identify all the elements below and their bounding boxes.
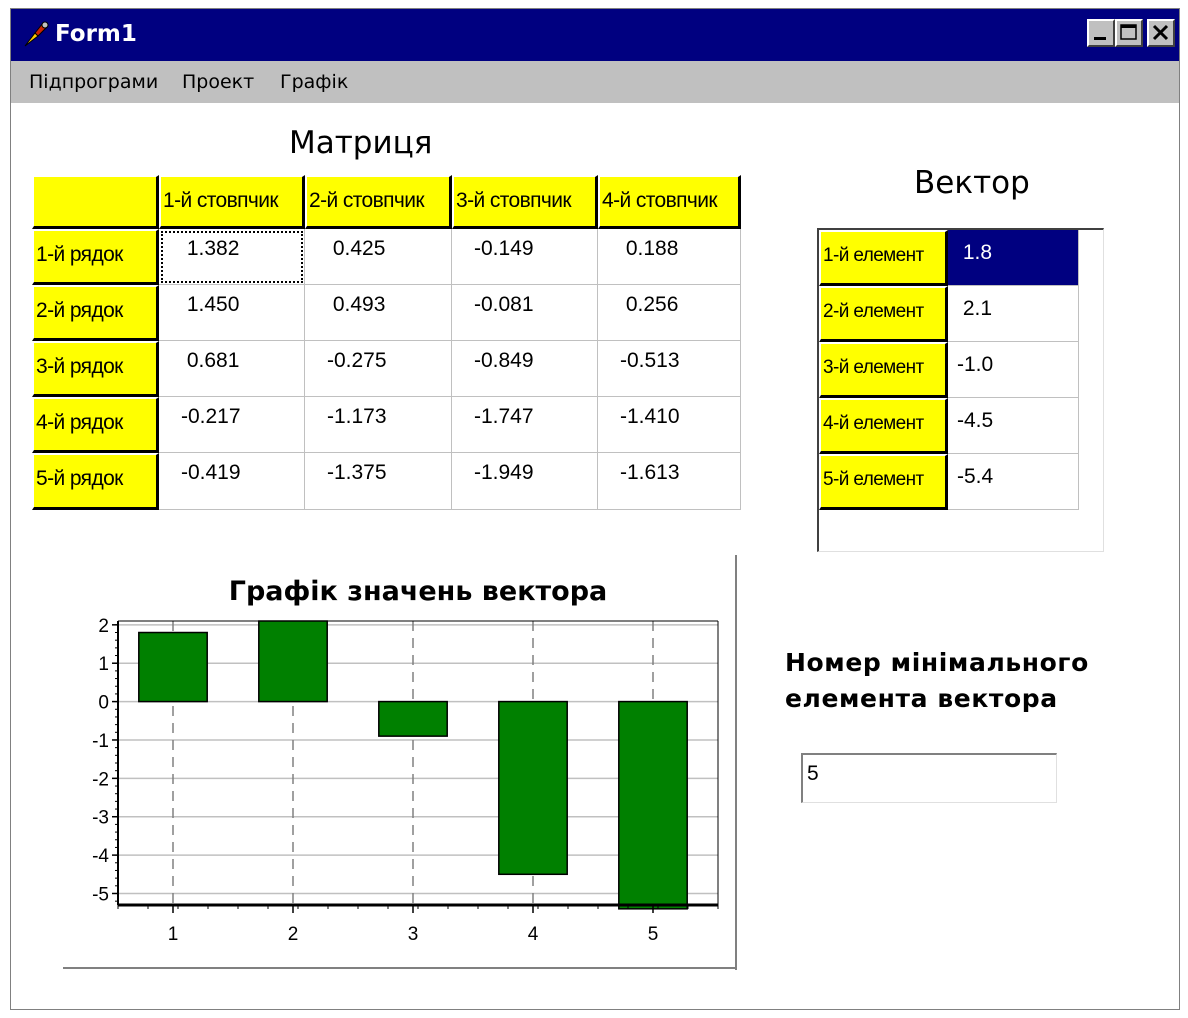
x-tick-label: 5: [648, 924, 659, 945]
matrix-row-header: 5-й рядок: [32, 453, 159, 510]
window-title: Form1: [55, 21, 137, 47]
bar-element-1: [138, 631, 208, 703]
matrix-cell[interactable]: -0.275: [305, 341, 452, 397]
vector-chart: Графік значень вектора 2 1 0 -1 -2 -3 -4 -5 1 2 3 4 5: [63, 555, 737, 970]
matrix-cell[interactable]: 1.382: [159, 229, 305, 285]
maximize-icon: [1120, 24, 1137, 40]
y-tick-label: -4: [92, 846, 109, 867]
min-label-line1: Номер мінімального: [785, 648, 1089, 677]
vector-value-cell[interactable]: -1.0: [948, 342, 1079, 398]
vector-row-label: 4-й елемент: [819, 398, 948, 454]
matrix-row-header: 2-й рядок: [32, 285, 159, 341]
matrix-column-header: 1-й стовпчик: [159, 175, 305, 229]
matrix-column-header: 2-й стовпчик: [305, 175, 452, 229]
menu-bar: Підпрограми Проект Графік: [11, 61, 1179, 103]
close-icon: [1152, 24, 1169, 41]
vector-title: Вектор: [914, 165, 1030, 201]
form1-window: Form1 Підпрограми Проект Графік Матриця …: [10, 8, 1180, 1010]
title-bar[interactable]: Form1: [11, 9, 1179, 61]
x-tick-label: 3: [408, 924, 419, 945]
x-tick-label: 2: [288, 924, 299, 945]
matrix-cell[interactable]: -1.375: [305, 453, 452, 510]
vector-value-cell[interactable]: 1.8: [948, 230, 1079, 286]
matrix-cell[interactable]: 1.450: [159, 285, 305, 341]
matrix-cell[interactable]: -0.419: [159, 453, 305, 510]
menu-chart[interactable]: Графік: [280, 68, 348, 96]
vector-value-cell[interactable]: -5.4: [948, 454, 1079, 510]
form-client-area: Матриця 1-й стовпчик 2-й стовпчик 3-й стов…: [11, 103, 1179, 1009]
matrix-corner-cell: [32, 175, 159, 229]
matrix-cell[interactable]: 0.493: [305, 285, 452, 341]
y-tick-label: 2: [98, 616, 109, 637]
matrix-cell[interactable]: 0.188: [598, 229, 741, 285]
matrix-cell[interactable]: -0.149: [452, 229, 598, 285]
vector-row-label: 1-й елемент: [819, 230, 948, 286]
menu-project[interactable]: Проект: [182, 68, 254, 96]
menu-subprograms[interactable]: Підпрограми: [29, 68, 158, 96]
maximize-button[interactable]: [1115, 19, 1143, 47]
matrix-row-header: 3-й рядок: [32, 341, 159, 397]
vector-value-cell[interactable]: -4.5: [948, 398, 1079, 454]
matrix-cell[interactable]: -0.217: [159, 397, 305, 453]
matrix-cell[interactable]: -1.613: [598, 453, 741, 510]
min-index-field[interactable]: 5: [801, 753, 1057, 803]
minimize-button[interactable]: [1087, 19, 1115, 47]
y-tick-label: -1: [92, 731, 109, 752]
matrix-cell[interactable]: -0.081: [452, 285, 598, 341]
x-tick-label: 4: [528, 924, 539, 945]
matrix-grid[interactable]: 1-й стовпчик 2-й стовпчик 3-й стовпчик 4-й …: [32, 175, 741, 510]
bar-element-3: [378, 700, 448, 737]
matrix-column-header: 3-й стовпчик: [452, 175, 598, 229]
matrix-cell[interactable]: -1.410: [598, 397, 741, 453]
y-tick-label: -5: [92, 884, 109, 905]
vector-row-label: 5-й елемент: [819, 454, 948, 510]
matrix-cell[interactable]: -0.513: [598, 341, 741, 397]
matrix-cell[interactable]: -1.173: [305, 397, 452, 453]
matrix-cell[interactable]: 0.256: [598, 285, 741, 341]
bar-element-2: [258, 620, 328, 703]
y-tick-label: 1: [98, 654, 109, 675]
vector-value-cell[interactable]: 2.1: [948, 286, 1079, 342]
vector-row-label: 2-й елемент: [819, 286, 948, 342]
matrix-cell[interactable]: -0.849: [452, 341, 598, 397]
y-tick-label: 0: [98, 693, 109, 714]
matrix-row-header: 4-й рядок: [32, 397, 159, 453]
matrix-cell[interactable]: -1.747: [452, 397, 598, 453]
app-icon: [24, 21, 49, 47]
min-label-line2: елемента вектора: [785, 684, 1058, 713]
y-tick-label: -2: [92, 769, 109, 790]
x-tick-label: 1: [168, 924, 179, 945]
vector-row-label: 3-й елемент: [819, 342, 948, 398]
matrix-row-header: 1-й рядок: [32, 229, 159, 285]
chart-title: Графік значень вектора: [229, 576, 608, 607]
bar-element-4: [498, 700, 568, 876]
y-tick-label: -3: [92, 808, 109, 829]
vector-grid[interactable]: 1-й елемент 1.8 2-й елемент 2.1 3-й елемен…: [817, 228, 1104, 552]
close-button[interactable]: [1147, 19, 1175, 47]
matrix-title: Матриця: [289, 125, 433, 161]
matrix-cell[interactable]: 0.425: [305, 229, 452, 285]
minimize-icon: [1094, 37, 1106, 40]
bar-element-5: [618, 700, 688, 910]
matrix-column-header: 4-й стовпчик: [598, 175, 741, 229]
matrix-cell[interactable]: 0.681: [159, 341, 305, 397]
matrix-cell[interactable]: -1.949: [452, 453, 598, 510]
